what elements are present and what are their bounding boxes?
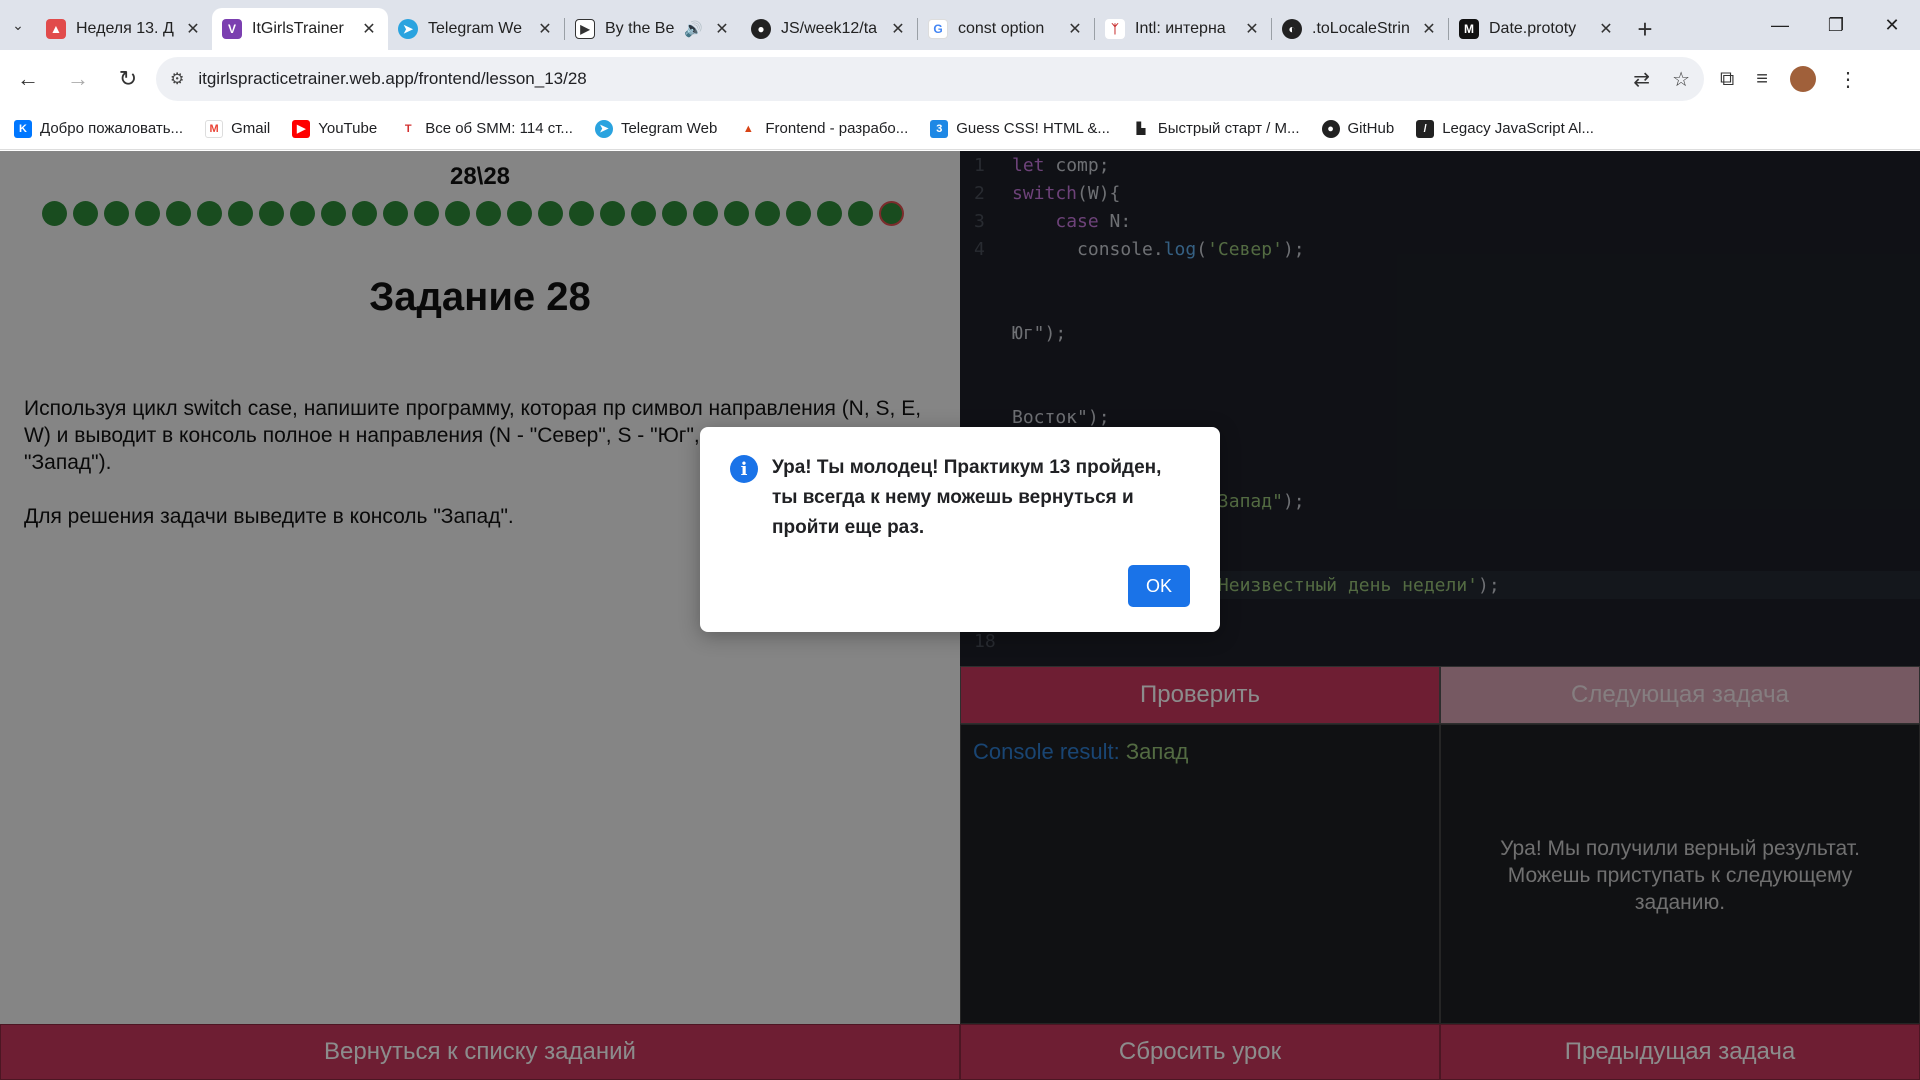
bookmark-item[interactable]: ▲ Frontend - разрабо... bbox=[739, 119, 909, 138]
extensions-icon[interactable]: ⧉ bbox=[1720, 68, 1734, 91]
tab-search-chevron-icon[interactable]: ⌄ bbox=[0, 0, 36, 50]
close-icon[interactable]: ✕ bbox=[184, 19, 202, 39]
info-icon: i bbox=[730, 455, 758, 483]
bookmark-item[interactable]: ➤ Telegram Web bbox=[594, 119, 718, 138]
bookmark-item[interactable]: M Gmail bbox=[205, 119, 271, 138]
close-icon[interactable]: ✕ bbox=[713, 19, 731, 39]
play-icon: ▶ bbox=[575, 19, 595, 39]
omnibox[interactable]: ⚙ itgirlspracticetrainer.web.app/fronten… bbox=[156, 57, 1704, 101]
tab-active[interactable]: V ItGirlsTrainer ✕ bbox=[212, 8, 388, 50]
google-icon: G bbox=[928, 19, 948, 39]
bookmark-label: Быстрый старт / М... bbox=[1157, 120, 1300, 137]
bookmark-label: Добро пожаловать... bbox=[40, 120, 184, 137]
url-text[interactable]: itgirlspracticetrainer.web.app/frontend/… bbox=[198, 69, 1611, 89]
close-icon[interactable]: ✕ bbox=[360, 19, 378, 39]
new-tab-button[interactable]: + bbox=[1625, 8, 1665, 50]
minimize-icon[interactable]: — bbox=[1752, 0, 1808, 50]
bookmark-label: Legacy JavaScript Al... bbox=[1442, 120, 1594, 137]
bookmark-label: Frontend - разрабо... bbox=[765, 120, 909, 137]
bookmark-item[interactable]: K Добро пожаловать... bbox=[14, 119, 184, 138]
github-icon: ● bbox=[751, 19, 771, 39]
menu-icon[interactable]: ⋮ bbox=[1838, 67, 1858, 92]
bookmark-item[interactable]: ▙ Быстрый старт / М... bbox=[1131, 119, 1300, 138]
reload-icon[interactable]: ↻ bbox=[106, 57, 150, 101]
tab-title: JS/week12/ta bbox=[781, 20, 878, 37]
github-icon: ● bbox=[1321, 119, 1340, 138]
tab-title: Telegram We bbox=[428, 20, 522, 37]
ok-button[interactable]: OK bbox=[1128, 565, 1190, 607]
bookmark-item[interactable]: / Legacy JavaScript Al... bbox=[1416, 119, 1594, 138]
close-icon[interactable]: ✕ bbox=[1597, 19, 1615, 39]
bookmark-label: Gmail bbox=[231, 120, 271, 137]
bookmark-item[interactable]: ▶ YouTube bbox=[292, 119, 378, 138]
bookmark-item[interactable]: 3 Guess CSS! HTML &... bbox=[930, 119, 1110, 138]
tab[interactable]: ▶ By the Be 🔊 ✕ bbox=[565, 8, 741, 50]
itgirls-logo-icon: V bbox=[222, 19, 242, 39]
forward-icon[interactable]: → bbox=[56, 57, 100, 101]
devdocs-icon: ◐ bbox=[1282, 19, 1302, 39]
tab[interactable]: ◐ .toLocaleStrin ✕ bbox=[1272, 8, 1448, 50]
tab[interactable]: G const option ✕ bbox=[918, 8, 1094, 50]
close-icon[interactable]: ✕ bbox=[536, 19, 554, 39]
tab-title: Intl: интерна bbox=[1135, 20, 1226, 37]
bookmarks-bar: K Добро пожаловать... M Gmail ▶ YouTube T Вс… bbox=[0, 108, 1920, 150]
tab-title: Date.prototy bbox=[1489, 20, 1577, 37]
speaker-icon[interactable]: 🔊 bbox=[684, 20, 703, 38]
close-icon[interactable]: ✕ bbox=[1243, 19, 1261, 39]
close-icon[interactable]: ✕ bbox=[889, 19, 907, 39]
tab-bar: ⌄ ▲ Неделя 13. Д ✕ V ItGirlsTrainer ✕ ➤ … bbox=[0, 0, 1920, 50]
css-icon: 3 bbox=[930, 119, 949, 138]
dialog-message: Ура! Ты молодец! Практикум 13 пройден, т… bbox=[772, 457, 1162, 538]
youtube-icon: ▶ bbox=[292, 119, 311, 138]
frontend-icon: ▲ bbox=[739, 119, 758, 138]
telegram-icon: ➤ bbox=[398, 19, 418, 39]
site-settings-icon[interactable]: ⚙ bbox=[170, 69, 184, 89]
avatar[interactable] bbox=[1789, 66, 1816, 92]
chart-icon: ▙ bbox=[1131, 119, 1150, 138]
vk-icon: K bbox=[14, 119, 32, 138]
bookmark-item[interactable]: ● GitHub bbox=[1321, 119, 1395, 138]
tab-title: By the Be bbox=[605, 20, 675, 37]
tab[interactable]: ᛉ Intl: интерна ✕ bbox=[1095, 8, 1271, 50]
bookmark-label: Все об SMM: 114 ст... bbox=[425, 120, 573, 137]
close-window-icon[interactable]: ✕ bbox=[1864, 0, 1920, 50]
legacy-icon: / bbox=[1416, 119, 1435, 138]
window-controls: — ❐ ✕ bbox=[1752, 0, 1920, 50]
translate-icon[interactable]: ⇄ bbox=[1633, 67, 1650, 92]
tab-title: ItGirlsTrainer bbox=[252, 20, 344, 37]
tab-title: .toLocaleStrin bbox=[1312, 20, 1410, 37]
bookmark-star-icon[interactable]: ☆ bbox=[1672, 67, 1690, 92]
close-icon[interactable]: ✕ bbox=[1066, 19, 1084, 39]
red-logo-icon: ▲ bbox=[46, 19, 66, 39]
tab-title: Неделя 13. Д bbox=[76, 20, 174, 37]
bookmark-label: YouTube bbox=[318, 120, 378, 137]
alert-dialog: i Ура! Ты молодец! Практикум 13 пройден,… bbox=[700, 427, 1220, 632]
bookmark-label: Guess CSS! HTML &... bbox=[956, 120, 1110, 137]
t-icon: T bbox=[399, 119, 418, 138]
tab[interactable]: ● JS/week12/ta ✕ bbox=[741, 8, 917, 50]
close-icon[interactable]: ✕ bbox=[1420, 19, 1438, 39]
tab[interactable]: ▲ Неделя 13. Д ✕ bbox=[36, 8, 212, 50]
address-bar: ← → ↻ ⚙ itgirlspracticetrainer.web.app/f… bbox=[0, 50, 1920, 108]
modal-overlay: i Ура! Ты молодец! Практикум 13 пройден,… bbox=[0, 151, 1920, 1080]
tab[interactable]: ➤ Telegram We ✕ bbox=[388, 8, 564, 50]
back-icon[interactable]: ← bbox=[6, 57, 50, 101]
gmail-icon: M bbox=[205, 119, 224, 138]
mdn-icon: M bbox=[1459, 19, 1479, 39]
media-control-icon[interactable]: ≡ bbox=[1756, 68, 1768, 91]
tab[interactable]: M Date.prototy ✕ bbox=[1449, 8, 1625, 50]
bookmark-label: Telegram Web bbox=[620, 120, 718, 137]
person-icon: ᛉ bbox=[1105, 19, 1125, 39]
restore-icon[interactable]: ❐ bbox=[1808, 0, 1864, 50]
tab-title: const option bbox=[958, 20, 1045, 37]
bookmark-label: GitHub bbox=[1347, 120, 1395, 137]
telegram-icon: ➤ bbox=[594, 119, 613, 138]
bookmark-item[interactable]: T Все об SMM: 114 ст... bbox=[399, 119, 573, 138]
